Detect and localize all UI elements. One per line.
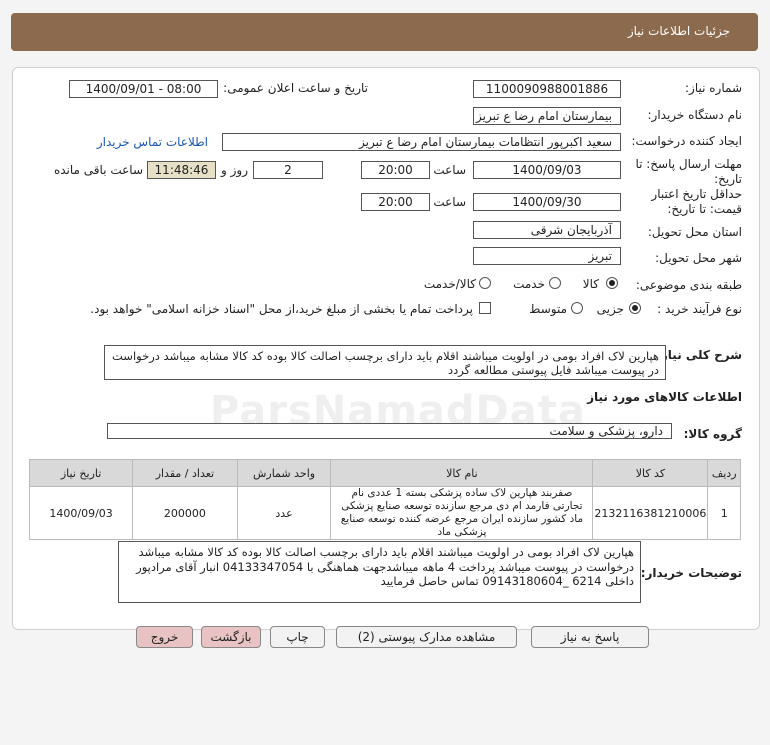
- remaining-label: ساعت باقی مانده: [53, 163, 143, 177]
- table-row: 1 2132116381210006 صفربند هپارین لاک ساد…: [28, 486, 741, 540]
- category-goods-service-label: کالا/خدمت: [423, 277, 476, 291]
- city-field: تبریز: [473, 247, 621, 265]
- process-minor-label: جزیی: [596, 302, 624, 316]
- validity-label-line1: حداقل تاریخ اعتبار: [651, 187, 742, 201]
- province-field: آذربایجان شرقی: [473, 221, 621, 239]
- days-field: 2: [253, 161, 323, 179]
- col-name: نام کالا: [330, 459, 594, 487]
- buyer-notes-label: توضیحات خریدار:: [640, 566, 742, 580]
- row-date: 1400/09/03: [28, 486, 134, 540]
- announce-field: 1400/09/01 - 08:00: [69, 80, 218, 98]
- deadline-label-line1: مهلت ارسال پاسخ: تا: [635, 157, 742, 171]
- category-label: طبقه بندی موضوعی:: [635, 278, 742, 292]
- exit-button[interactable]: خروج: [136, 626, 193, 648]
- row-index: 1: [707, 486, 741, 540]
- deadline-date-field: 1400/09/03: [473, 161, 621, 179]
- category-service-radio[interactable]: [549, 277, 561, 289]
- col-code: کد کالا: [592, 459, 709, 487]
- city-label: شهر محل تحویل:: [655, 251, 742, 265]
- process-label: نوع فرآیند خرید :: [657, 302, 742, 316]
- row-name: صفربند هپارین لاک ساده پزشکی بسته 1 عددی…: [330, 486, 594, 540]
- goods-section-title: اطلاعات کالاهای مورد نیاز: [587, 390, 742, 404]
- col-index: ردیف: [707, 459, 741, 487]
- col-quantity: تعداد / مقدار: [132, 459, 238, 487]
- back-button[interactable]: بازگشت: [201, 626, 261, 648]
- category-goods-radio[interactable]: [606, 277, 618, 289]
- requester-label: ایجاد کننده درخواست:: [631, 134, 742, 148]
- validity-time-label: ساعت: [433, 195, 466, 209]
- category-goods-service-radio[interactable]: [479, 277, 491, 289]
- deadline-time-label: ساعت: [433, 163, 466, 177]
- process-minor-radio[interactable]: [629, 302, 641, 314]
- summary-label: شرح کلی نیاز:: [656, 348, 742, 362]
- remaining-time-field: 11:48:46: [147, 161, 216, 179]
- need-number-label: شماره نیاز:: [685, 81, 742, 95]
- deadline-label-line2: تاریخ:: [714, 172, 742, 186]
- goods-group-field: دارو، پزشکی و سلامت: [107, 423, 672, 439]
- need-number-field: 1100090988001886: [473, 80, 621, 98]
- validity-date-field: 1400/09/30: [473, 193, 621, 211]
- reply-button[interactable]: پاسخ به نیاز: [531, 626, 649, 648]
- buyer-contact-link[interactable]: اطلاعات تماس خریدار: [97, 135, 208, 149]
- buyer-org-label: نام دستگاه خریدار:: [647, 108, 743, 122]
- category-service-label: خدمت: [513, 277, 545, 291]
- print-button[interactable]: چاپ: [270, 626, 325, 648]
- province-label: استان محل تحویل:: [647, 225, 742, 239]
- col-date: تاریخ نیاز: [28, 459, 134, 487]
- requester-field: سعید اکبرپور انتظامات بیمارستان امام رضا…: [222, 133, 621, 151]
- category-goods-label: کالا: [582, 277, 599, 291]
- treasury-payment-checkbox[interactable]: [479, 302, 491, 314]
- deadline-time-field: 20:00: [361, 161, 430, 179]
- summary-text: هپارین لاک افراد بومی در اولویت میباشند …: [104, 345, 666, 380]
- days-label: روز و: [221, 163, 248, 177]
- goods-group-label: گروه کالا:: [683, 427, 742, 441]
- row-code: 2132116381210006: [592, 486, 709, 540]
- row-unit: عدد: [236, 486, 332, 540]
- attachments-button[interactable]: مشاهده مدارک پیوستی (2): [336, 626, 517, 648]
- page-title: جزئیات اطلاعات نیاز: [627, 24, 730, 38]
- buyer-org-field: بیمارستان امام رضا ع تبریز: [473, 107, 621, 125]
- goods-table-header: ردیف کد کالا نام کالا واحد شمارش تعداد /…: [28, 459, 741, 487]
- row-quantity: 200000: [132, 486, 238, 540]
- goods-table: ردیف کد کالا نام کالا واحد شمارش تعداد /…: [28, 459, 741, 540]
- announce-label: تاریخ و ساعت اعلان عمومی:: [223, 81, 368, 95]
- process-medium-radio[interactable]: [571, 302, 583, 314]
- validity-time-field: 20:00: [361, 193, 430, 211]
- buyer-notes-text: هپارین لاک افراد بومی در اولویت میباشند …: [118, 541, 641, 603]
- validity-label-line2: قیمت: تا تاریخ:: [667, 202, 742, 216]
- col-unit: واحد شمارش: [236, 459, 332, 487]
- page-header: جزئیات اطلاعات نیاز: [11, 13, 758, 51]
- treasury-payment-note: پرداخت تمام یا بخشی از مبلغ خرید،از محل …: [90, 302, 473, 316]
- process-medium-label: متوسط: [529, 302, 567, 316]
